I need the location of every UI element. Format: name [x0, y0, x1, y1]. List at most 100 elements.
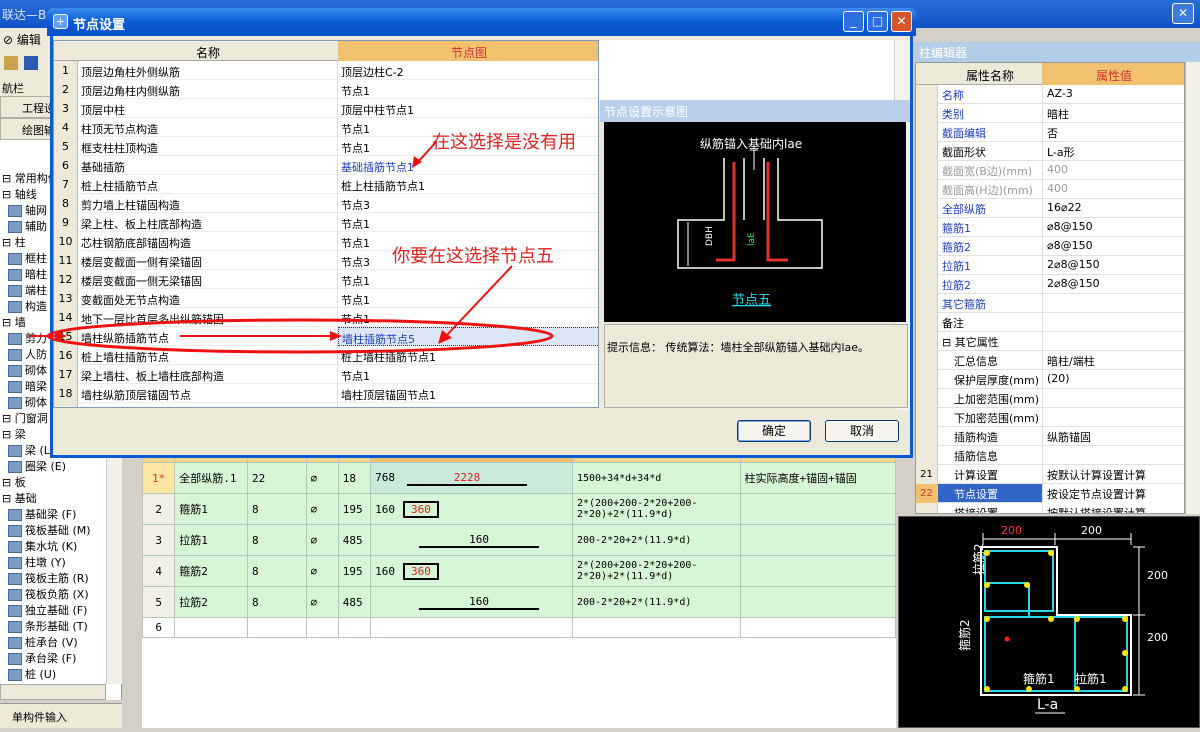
node-grid-row[interactable]: 15 墙柱纵筋插筋节点 墙柱插筋节点5 — [54, 327, 598, 346]
property-value[interactable]: 按设定节点设置计算 — [1042, 484, 1184, 503]
property-value[interactable] — [1042, 408, 1184, 427]
tree-item[interactable]: 桩 (U) — [8, 666, 56, 682]
tree-item[interactable]: 端柱 — [8, 282, 47, 298]
node-grid-row[interactable]: 13 变截面处无节点构造 节点1 — [54, 289, 598, 308]
node-grid-row[interactable]: 12 楼层变截面一侧无梁锚固 节点1 — [54, 270, 598, 289]
property-value[interactable]: L-a形 — [1042, 142, 1184, 161]
node-value-cell[interactable]: 节点1 — [338, 213, 598, 232]
node-grid-row[interactable]: 9 梁上柱、板上柱底部构造 节点1 — [54, 213, 598, 232]
rebar-row[interactable]: 3 拉筋1 8 ⌀ 485 160 200-2*20+2*(11.9*d) — [141, 524, 897, 556]
node-value-cell[interactable]: 顶层边柱C-2 — [338, 61, 598, 80]
node-grid-row[interactable]: 3 顶层中柱 顶层中柱节点1 — [54, 99, 598, 118]
node-value-cell[interactable]: 顶层中柱节点1 — [338, 99, 598, 118]
tree-item[interactable]: ⊟ 基础 — [2, 490, 37, 506]
tree-item[interactable]: 人防 — [8, 346, 47, 362]
property-row[interactable]: 搭接设置 按默认搭接设置计算 — [916, 503, 1184, 513]
tree-scrollbar[interactable] — [106, 440, 122, 684]
property-row[interactable]: 插筋信息 — [916, 446, 1184, 465]
rebar-row[interactable]: 6 — [141, 617, 897, 638]
property-value[interactable]: 按默认计算设置计算 — [1042, 465, 1184, 484]
property-row[interactable]: 拉筋2 2⌀8@150 — [916, 275, 1184, 294]
property-row[interactable]: 类别 暗柱 — [916, 104, 1184, 123]
node-value-cell[interactable]: 节点3 — [338, 194, 598, 213]
node-value-cell[interactable]: 节点1 — [338, 365, 598, 384]
node-value-cell[interactable]: 节点1 — [338, 270, 598, 289]
tree-item[interactable]: 砌体 — [8, 362, 47, 378]
close-icon[interactable]: ✕ — [1172, 3, 1194, 24]
node-grid-row[interactable]: 7 桩上柱插筋节点 桩上柱插筋节点1 — [54, 175, 598, 194]
node-value-cell[interactable]: 桩上柱插筋节点1 — [338, 175, 598, 194]
property-value[interactable] — [1042, 446, 1184, 465]
tree-item[interactable]: ⊟ 门窗洞 — [2, 410, 48, 426]
node-value-cell[interactable]: 基础插筋节点1 — [338, 156, 598, 175]
node-value-cell[interactable]: 桩上墙柱插筋节点1 — [338, 346, 598, 365]
tree-item[interactable]: 筏板负筋 (X) — [8, 586, 89, 602]
wand-icon[interactable] — [4, 56, 18, 70]
node-grid-row[interactable]: 14 地下一层比首层多出纵筋锚固 节点1 — [54, 308, 598, 327]
tree-item[interactable]: ⊟ 轴线 — [2, 186, 37, 202]
property-row[interactable]: 拉筋1 2⌀8@150 — [916, 256, 1184, 275]
node-value-cell[interactable]: 墙柱变截面节点1 — [338, 403, 598, 407]
property-row[interactable]: 箍筋2 ⌀8@150 — [916, 237, 1184, 256]
property-value[interactable] — [1042, 389, 1184, 408]
property-value[interactable] — [1042, 332, 1184, 351]
property-row[interactable]: 保护层厚度(mm) (20) — [916, 370, 1184, 389]
tree-item[interactable]: 辅助 — [8, 218, 47, 234]
property-row[interactable]: 截面编辑 否 — [916, 123, 1184, 142]
property-value[interactable] — [1042, 313, 1184, 332]
ok-button[interactable]: 确定 — [737, 420, 811, 442]
property-row[interactable]: 22 节点设置 按设定节点设置计算 — [916, 484, 1184, 503]
property-value[interactable]: 16⌀22 — [1042, 199, 1184, 218]
property-value[interactable]: AZ-3 — [1042, 85, 1184, 104]
property-value[interactable]: 400 — [1042, 180, 1184, 199]
property-row[interactable]: 备注 — [916, 313, 1184, 332]
node-grid-row[interactable]: 1 顶层边角柱外侧纵筋 顶层边柱C-2 — [54, 61, 598, 80]
property-value[interactable]: 2⌀8@150 — [1042, 256, 1184, 275]
collapse-icon[interactable]: ⊟ — [2, 492, 15, 505]
tree-item[interactable]: 轴网 — [8, 202, 47, 218]
property-value[interactable]: (20) — [1042, 370, 1184, 389]
node-value-cell[interactable]: 节点1 — [338, 308, 598, 327]
tree-item[interactable]: 桩承台 (V) — [8, 634, 78, 650]
tree-item[interactable]: 筏板主筋 (R) — [8, 570, 89, 586]
rebar-row[interactable]: 4 箍筋2 8 ⌀ 195 160 360 2*(200+200-2*20+200-2*20)… — [141, 555, 897, 587]
rebar-row[interactable]: 5 拉筋2 8 ⌀ 485 160 200-2*20+2*(11.9*d) — [141, 586, 897, 618]
collapse-icon[interactable]: ⊟ — [2, 188, 15, 201]
tree-item[interactable]: 剪力 — [8, 330, 47, 346]
node-grid-row[interactable]: 19墙柱纵筋变截面构造节点墙柱变截面节点1 — [54, 403, 598, 407]
tree-item[interactable]: ⊟ 墙 — [2, 314, 26, 330]
property-scrollbar[interactable] — [1185, 62, 1200, 514]
property-row[interactable]: 名称 AZ-3 — [916, 85, 1184, 104]
property-row[interactable]: 其它箍筋 — [916, 294, 1184, 313]
tree-item[interactable]: 集水坑 (K) — [8, 538, 77, 554]
save-icon[interactable] — [24, 56, 38, 70]
cancel-button[interactable]: 取消 — [825, 420, 899, 442]
node-value-cell[interactable]: 墙柱插筋节点5 — [338, 327, 598, 346]
tree-item[interactable]: 条形基础 (T) — [8, 618, 88, 634]
property-value[interactable]: 暗柱 — [1042, 104, 1184, 123]
collapse-icon[interactable]: ⊟ — [2, 316, 15, 329]
property-row[interactable]: 下加密范围(mm) — [916, 408, 1184, 427]
property-row[interactable]: 截面高(H边)(mm) 400 — [916, 180, 1184, 199]
collapse-icon[interactable]: ⊟ — [2, 172, 15, 185]
tree-item[interactable]: 梁 (L) — [8, 442, 54, 458]
property-value[interactable]: ⌀8@150 — [1042, 237, 1184, 256]
property-value[interactable] — [1042, 294, 1184, 313]
single-component-input[interactable]: 单构件输入 — [0, 703, 122, 728]
tree-item[interactable]: 筏板基础 (M) — [8, 522, 91, 538]
property-row[interactable]: 箍筋1 ⌀8@150 — [916, 218, 1184, 237]
node-grid-row[interactable]: 2 顶层边角柱内侧纵筋 节点1 — [54, 80, 598, 99]
property-row[interactable]: 全部纵筋 16⌀22 — [916, 199, 1184, 218]
menu-edit[interactable]: 编辑 — [17, 33, 41, 47]
property-row[interactable]: 截面宽(B边)(mm) 400 — [916, 161, 1184, 180]
property-value[interactable]: 纵筋锚固 — [1042, 427, 1184, 446]
tree-item[interactable]: 框柱 — [8, 250, 47, 266]
property-row[interactable]: 上加密范围(mm) — [916, 389, 1184, 408]
property-value[interactable]: ⌀8@150 — [1042, 218, 1184, 237]
tree-item[interactable]: 暗梁 — [8, 378, 47, 394]
close-icon[interactable]: ✕ — [891, 11, 912, 32]
tree-item[interactable]: ⊟ 梁 — [2, 426, 26, 442]
node-grid-row[interactable]: 17 梁上墙柱、板上墙柱底部构造 节点1 — [54, 365, 598, 384]
tree-hscrollbar[interactable] — [0, 684, 106, 700]
tree-item[interactable]: 圈梁 (E) — [8, 458, 66, 474]
